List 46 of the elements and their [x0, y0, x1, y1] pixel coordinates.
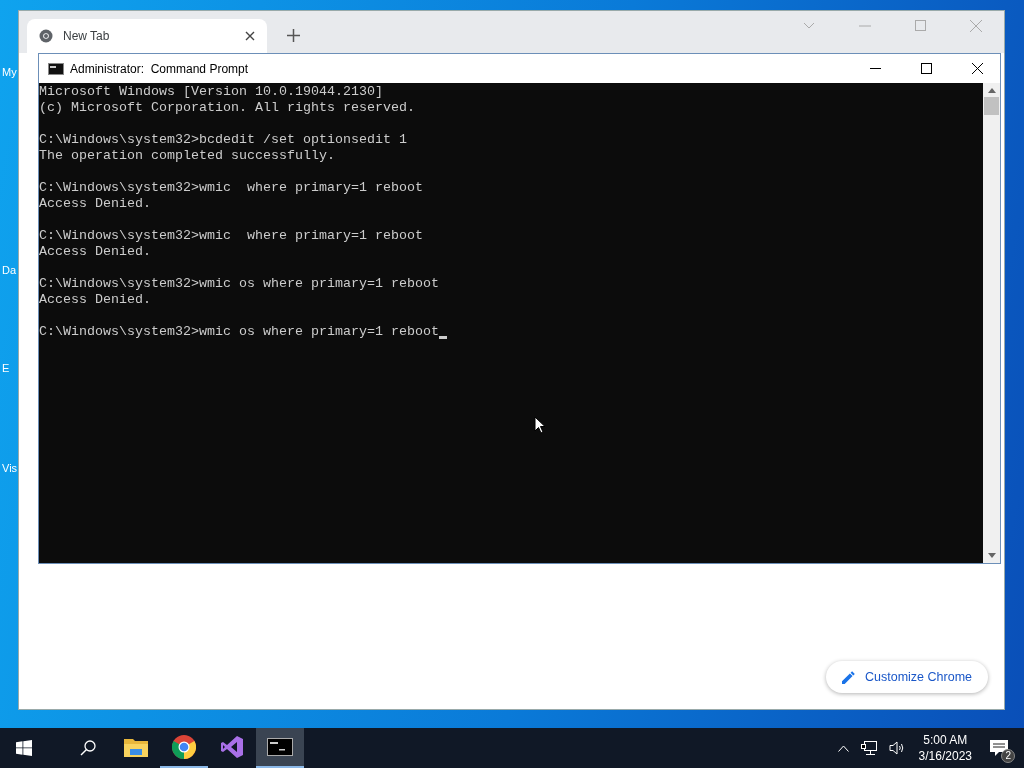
browser-logo-icon: [172, 735, 196, 759]
maximize-icon[interactable]: [921, 63, 932, 74]
console-line: Microsoft Windows [Version 10.0.19044.2130]: [39, 84, 383, 100]
console-app-button[interactable]: [256, 728, 304, 768]
console-icon: [267, 738, 293, 756]
notification-count: 2: [1001, 749, 1015, 763]
new-tab-icon[interactable]: [287, 29, 300, 42]
window-title: Administrator: Command Prompt: [70, 61, 249, 76]
close-icon[interactable]: [245, 31, 255, 41]
start-icon[interactable]: [16, 740, 32, 756]
pencil-icon: [842, 670, 855, 684]
console-line: C:\Windows\system32>wmic os where primary=1 reboot: [39, 276, 439, 292]
desktop-icon-label: E: [2, 362, 10, 374]
console-line: Access Denied.: [39, 196, 151, 212]
speaker-icon[interactable]: [888, 741, 905, 755]
ide-logo-icon: [220, 735, 244, 759]
desktop-icon-label: Da: [2, 264, 17, 276]
folder-icon: [124, 737, 148, 757]
scrollbar[interactable]: [983, 83, 1000, 563]
scroll-thumb[interactable]: [984, 97, 999, 115]
customize-chrome-button[interactable]: Customize Chrome: [826, 661, 988, 693]
scroll-down-icon[interactable]: [987, 553, 996, 558]
console-line: The operation completed successfully.: [39, 148, 335, 164]
network-icon[interactable]: [860, 740, 877, 756]
desktop-icon-label: My: [2, 66, 17, 78]
console-line: C:\Windows\system32>bcdedit /set optionsedit 1: [39, 132, 407, 148]
clock[interactable]: 5:00 AM 3/16/2023: [918, 732, 972, 764]
chrome-logo-icon: [39, 29, 53, 43]
desktop-icon-label: Vis: [2, 462, 18, 474]
search-icon[interactable]: [80, 740, 96, 756]
close-icon[interactable]: [972, 63, 983, 74]
notifications-icon[interactable]: [989, 739, 1009, 757]
browser-tab[interactable]: New Tab: [27, 19, 267, 53]
console-line: C:\Windows\system32>wmic os where primary=1 reboot: [39, 324, 439, 340]
mouse-pointer-icon: [534, 416, 546, 434]
console-icon: [48, 62, 64, 75]
console-line: C:\Windows\system32>wmic where primary=1 reboot: [39, 180, 423, 196]
clock-date: 3/16/2023: [918, 748, 972, 764]
chevron-up-icon[interactable]: [837, 744, 849, 752]
clock-time: 5:00 AM: [923, 732, 968, 748]
console-line: (c) Microsoft Corporation. All rights reserved.: [39, 100, 415, 116]
tab-title: New Tab: [63, 29, 111, 43]
console-line: Access Denied.: [39, 292, 151, 308]
scroll-up-icon[interactable]: [987, 88, 996, 93]
console-line: Access Denied.: [39, 244, 151, 260]
console-line: C:\Windows\system32>wmic where primary=1 reboot: [39, 228, 423, 244]
